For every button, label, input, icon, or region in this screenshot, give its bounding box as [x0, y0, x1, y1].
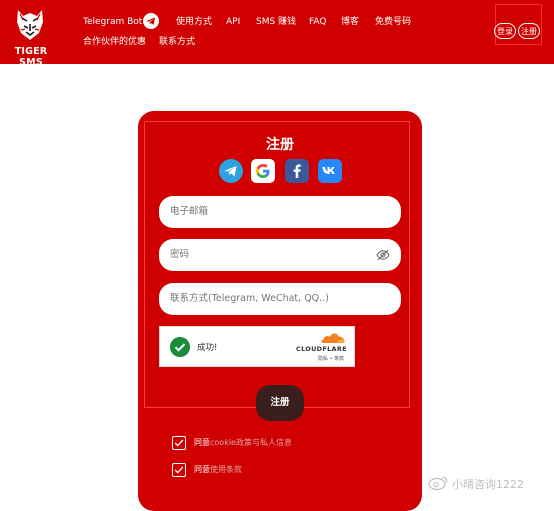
nav-faq[interactable]: FAQ [309, 16, 326, 28]
captcha-links[interactable]: 隐私 • 条款 [318, 355, 344, 362]
brand-name: TIGER SMS [14, 46, 48, 68]
telegram-icon[interactable] [219, 159, 243, 183]
agree-terms-prefix: 同意 [194, 465, 210, 474]
nav-contact[interactable]: 联系方式 [159, 36, 195, 48]
checkbox-terms[interactable] [172, 463, 186, 477]
eye-slash-icon[interactable] [376, 248, 390, 262]
nav-blog[interactable]: 博客 [341, 16, 359, 28]
terms-link[interactable]: 使用条款 [210, 465, 242, 474]
checkbox-cookie-policy[interactable] [172, 436, 186, 450]
nav-api[interactable]: API [226, 16, 240, 28]
cloudflare-cloud-icon [321, 333, 345, 343]
tiger-sms-logo[interactable]: TIGER SMS [2, 6, 60, 68]
register-submit-button[interactable]: 注册 [256, 385, 304, 421]
cloudflare-captcha[interactable]: 成功! CLOUDFLARE 隐私 • 条款 [159, 326, 355, 367]
telegram-icon[interactable] [143, 13, 159, 29]
nav-usage[interactable]: 使用方式 [176, 16, 212, 28]
top-header: TIGER SMS Telegram Bot 使用方式 API SMS 赚钱 F… [0, 0, 554, 68]
nav-free-numbers[interactable]: 免费号码 [375, 16, 411, 28]
facebook-icon[interactable] [285, 159, 309, 183]
captcha-status: 成功! [197, 343, 218, 353]
tiger-logo-icon [17, 10, 43, 40]
email-field[interactable] [159, 196, 401, 228]
check-circle-icon [170, 337, 190, 357]
cookie-policy-link[interactable]: cookie政策与私人信息 [210, 438, 292, 447]
watermark-text: 小晴咨询1222 [452, 478, 524, 491]
google-icon[interactable] [251, 159, 275, 183]
agree-cookie-label: 同意cookie政策与私人信息 [194, 437, 292, 448]
cloudflare-brand: CLOUDFLARE [296, 345, 347, 353]
password-field[interactable] [159, 239, 401, 271]
agree-cookie-prefix: 同意 [194, 438, 210, 447]
register-nav-button[interactable]: 注册 [518, 23, 540, 39]
weibo-icon [428, 476, 448, 490]
nav-telegram-bot[interactable]: Telegram Bot [83, 16, 142, 28]
nav-partner-offers[interactable]: 合作伙伴的优惠 [83, 36, 146, 48]
register-title: 注册 [266, 137, 294, 153]
nav-sms-earn[interactable]: SMS 赚钱 [256, 16, 296, 28]
agree-terms-label: 同意使用条款 [194, 464, 242, 475]
login-button[interactable]: 登录 [494, 23, 516, 39]
vk-icon[interactable] [318, 159, 342, 183]
contact-field[interactable] [159, 283, 401, 315]
